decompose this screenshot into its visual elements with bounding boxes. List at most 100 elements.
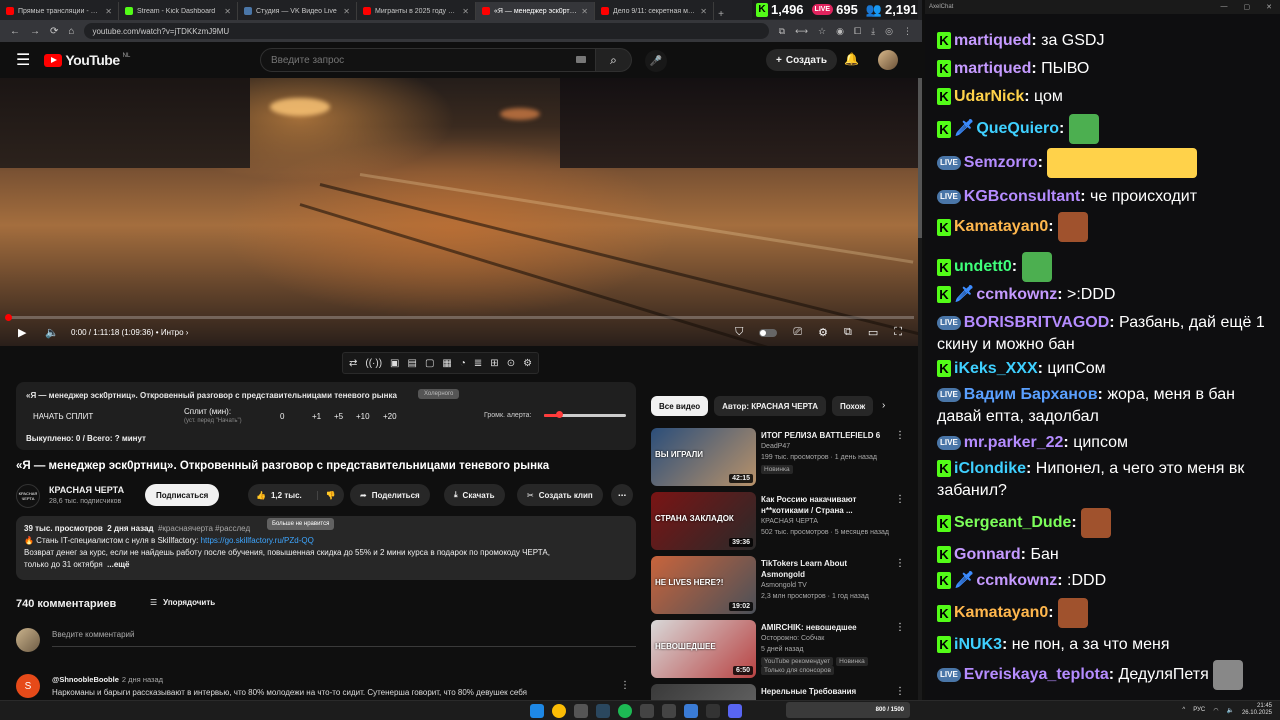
- url-field[interactable]: youtube.com/watch?v=jTDKKzmJ9MU: [84, 23, 769, 39]
- related-channel[interactable]: DeadP47: [761, 443, 790, 450]
- keyboard-icon[interactable]: [576, 56, 586, 63]
- settings-gear-icon[interactable]: ⚙: [818, 326, 828, 339]
- obs-icon[interactable]: [640, 704, 654, 718]
- chat-message[interactable]: K Kamatayan0:: [937, 212, 1277, 242]
- split-add-20-button[interactable]: +20: [383, 412, 397, 421]
- download-icon[interactable]: ⤓: [871, 26, 875, 37]
- like-count[interactable]: 1,2 тыс.: [271, 491, 302, 500]
- chat-message[interactable]: KiKeks_XXX: ципСом: [937, 358, 1277, 380]
- profile-icon[interactable]: ◎: [885, 26, 893, 37]
- comment-author[interactable]: @ShnoobleBooble 2 дня назад: [52, 675, 163, 684]
- search-input[interactable]: [260, 48, 596, 72]
- spotify-icon[interactable]: [618, 704, 632, 718]
- play-icon[interactable]: ▶: [18, 326, 26, 339]
- dislike-icon[interactable]: 👎: [316, 490, 336, 500]
- related-channel[interactable]: КРАСНАЯ ЧЕРТА: [761, 518, 818, 525]
- subtitles-icon[interactable]: ⎚: [793, 326, 802, 339]
- discord-icon[interactable]: [728, 704, 742, 718]
- theater-mode-icon[interactable]: ▭: [868, 326, 878, 339]
- chat-username[interactable]: Sergeant_Dude: [954, 514, 1071, 531]
- alert-volume-slider[interactable]: [544, 411, 626, 418]
- alert-volume-knob[interactable]: [555, 411, 563, 418]
- comment-author-avatar[interactable]: S: [16, 674, 40, 698]
- chat-username[interactable]: iClondike: [954, 460, 1026, 477]
- scrollbar-thumb[interactable]: [918, 78, 922, 238]
- browser-tab[interactable]: Stream - Kick Dashboard ✕: [119, 2, 238, 20]
- tab-close-icon[interactable]: ✕: [343, 7, 350, 16]
- puzzle-icon[interactable]: ⧠: [854, 26, 861, 37]
- browser-tab[interactable]: Студия — VK Видео Live ✕: [238, 2, 357, 20]
- chat-message[interactable]: LIVE BORISBRITVAGOD: Разбань, дай ещё 1 с…: [937, 312, 1277, 356]
- app-icon[interactable]: [706, 704, 720, 718]
- related-title[interactable]: AMIRCHIK: невошедшее: [761, 622, 891, 633]
- loop-icon[interactable]: ⇄: [349, 358, 357, 369]
- extension-icon[interactable]: ◉: [836, 26, 844, 37]
- create-button[interactable]: + Создать: [766, 49, 837, 71]
- settings-app-icon[interactable]: [574, 704, 588, 718]
- share-button[interactable]: ➦ Поделиться: [350, 484, 430, 506]
- sponsor-block-icon[interactable]: ⛉: [735, 326, 743, 339]
- related-channel[interactable]: Осторожно: Собчак: [761, 635, 824, 642]
- like-icon[interactable]: 👍: [256, 491, 266, 500]
- chat-username[interactable]: UdarNick: [954, 88, 1024, 105]
- tab-close-icon[interactable]: ✕: [105, 7, 112, 16]
- camera-icon[interactable]: ⊙: [507, 358, 515, 369]
- related-video-card[interactable]: СТРАНА ЗАКЛАДОК 39:36 Как Россию накачиваю…: [651, 492, 916, 552]
- screenshot-icon[interactable]: ▣: [390, 358, 399, 369]
- subscribe-button[interactable]: Подписаться: [145, 484, 220, 506]
- related-title[interactable]: Нерельные Требования: [761, 686, 891, 697]
- related-thumbnail[interactable]: СТРАНА ЗАКЛАДОК 39:36: [651, 492, 756, 550]
- related-title[interactable]: Как Россию накачивают н**котиками / Стра…: [761, 494, 891, 516]
- chat-username[interactable]: BORISBRITVAGOD: [964, 314, 1109, 331]
- chat-message[interactable]: LIVE mr.parker_22: ципсом: [937, 432, 1277, 454]
- page-scrollbar[interactable]: [918, 78, 922, 700]
- show-more-link[interactable]: ...ещё: [107, 560, 129, 569]
- bookmark-star-icon[interactable]: ☆: [818, 26, 826, 37]
- chat-message[interactable]: K 🗡 ccmkownz: >:DDD: [937, 284, 1277, 306]
- tray-chevron-icon[interactable]: ^: [1182, 707, 1185, 713]
- chat-username[interactable]: KGBconsultant: [964, 188, 1080, 205]
- related-menu-icon[interactable]: ⋮: [895, 686, 905, 697]
- chat-username[interactable]: ccmkownz: [976, 286, 1057, 303]
- chat-message[interactable]: K Gonnard: Бан: [937, 544, 1277, 566]
- back-icon[interactable]: ←: [10, 26, 20, 37]
- related-thumbnail[interactable]: НЕВОШЕДШЕЕ 6:50: [651, 620, 756, 678]
- related-channel[interactable]: Asmongold TV: [761, 582, 807, 589]
- chat-message[interactable]: LIVE KGBconsultant: че происходит: [937, 186, 1277, 208]
- toolbar-settings-icon[interactable]: ⚙: [523, 358, 532, 369]
- chat-username[interactable]: Semzorro: [964, 154, 1038, 171]
- chat-username[interactable]: Evreiskaya_teplota: [964, 666, 1109, 683]
- browser-tab[interactable]: «Я — менеджер эск0ртниц». О✕: [476, 2, 595, 20]
- split-add-10-button[interactable]: +10: [356, 412, 370, 421]
- description-link[interactable]: https://go.skillfactory.ru/PZd-QQ: [201, 536, 314, 545]
- minimize-icon[interactable]: —: [1221, 3, 1228, 11]
- translate-icon[interactable]: ⟷: [795, 26, 808, 37]
- crop-icon[interactable]: ▢: [425, 358, 434, 369]
- chat-username[interactable]: martiqued: [954, 60, 1031, 77]
- related-menu-icon[interactable]: ⋮: [895, 494, 905, 505]
- channel-avatar[interactable]: КРАСНАЯ ЧЕРТА: [16, 484, 40, 508]
- chat-message[interactable]: LIVE Вадим Барханов: жора, меня в бан дав…: [937, 384, 1277, 428]
- related-thumbnail[interactable]: ВЫ ИГРАЛИ 42:15: [651, 428, 756, 486]
- tab-close-icon[interactable]: ✕: [581, 7, 588, 16]
- related-title[interactable]: ИТОГ РЕЛИЗА BATTLEFIELD 6: [761, 430, 891, 441]
- chat-username[interactable]: Kamatayan0: [954, 218, 1048, 235]
- autoplay-toggle[interactable]: [759, 328, 778, 337]
- related-video-card[interactable]: НЕВОШЕДШЕЕ 6:50 AMIRCHIK: невошедшее Осторо…: [651, 620, 916, 680]
- related-menu-icon[interactable]: ⋮: [895, 430, 905, 441]
- stack-icon[interactable]: ≣: [474, 358, 482, 369]
- more-actions-button[interactable]: ⋯: [611, 484, 633, 506]
- chat-message[interactable]: K UdarNick: цом: [937, 86, 1277, 108]
- speaker-icon[interactable]: 🔈: [1226, 707, 1233, 714]
- browser-tab[interactable]: Прямые трансляции - YouTube✕: [0, 2, 119, 20]
- miniplayer-icon[interactable]: ⧉: [844, 326, 852, 339]
- filter-chip[interactable]: Похож: [831, 396, 874, 416]
- download-button[interactable]: ⤓ Скачать: [444, 484, 505, 506]
- chat-username[interactable]: QueQuiero: [976, 120, 1059, 137]
- chat-username[interactable]: martiqued: [954, 32, 1031, 49]
- home-icon[interactable]: ⌂: [68, 26, 74, 37]
- hamburger-menu-icon[interactable]: ☰: [16, 50, 30, 70]
- browser-tab[interactable]: Мигранты в 2025 году новая ✕: [357, 2, 476, 20]
- install-icon[interactable]: ⧉: [779, 26, 785, 37]
- notifications-bell-icon[interactable]: 🔔: [844, 52, 859, 66]
